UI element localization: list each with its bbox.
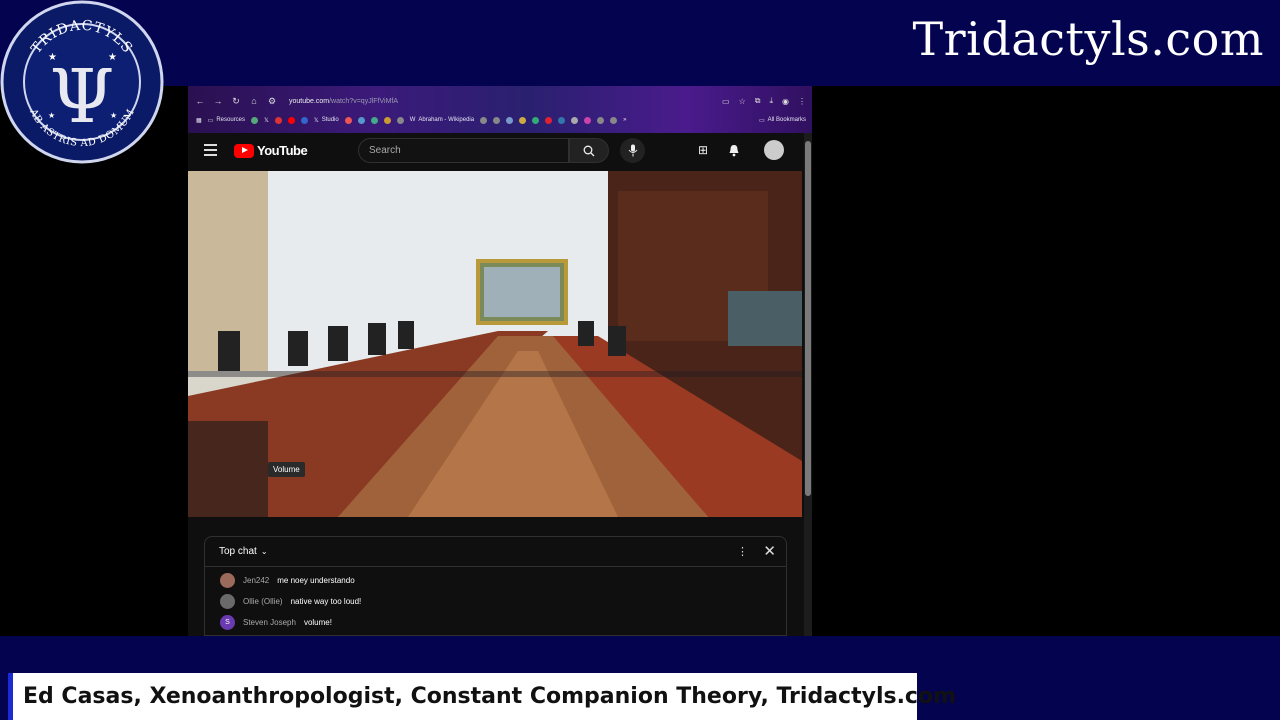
page-scrollbar[interactable] (804, 133, 812, 636)
chat-header: Top chat ⌄ ⋮ ✕ (205, 537, 786, 567)
avatar[interactable] (220, 573, 235, 588)
browser-toolbar: ← → ↻ ⌂ ⚙ youtube.com/watch?v=qyJlFfViMf… (188, 86, 812, 133)
scrollbar-thumb[interactable] (805, 141, 811, 496)
pinterest-icon[interactable] (545, 116, 553, 124)
chevron-down-icon[interactable]: ⌄ (261, 547, 268, 556)
apps-grid-icon[interactable]: ▦ (196, 117, 202, 124)
youtube-bookmark-icon[interactable] (287, 116, 295, 124)
youtube-header: YouTube Search ⊞ (188, 133, 804, 171)
bookmark-icon[interactable] (480, 116, 488, 124)
bookmark-icon[interactable] (251, 116, 259, 124)
psi-icon: Ψ (50, 54, 115, 140)
bookmark-icon[interactable] (300, 116, 308, 124)
profile-icon[interactable]: ◉ (782, 97, 789, 106)
bookmark-icon[interactable] (344, 116, 352, 124)
chat-text: volume! (303, 618, 332, 627)
bookmark-wikipedia[interactable]: W Abraham - Wikipedia (410, 117, 474, 123)
svg-text:★: ★ (108, 52, 117, 63)
live-chat-panel: Top chat ⌄ ⋮ ✕ Jen242 me noey understand… (204, 536, 787, 636)
more-bookmarks-icon[interactable]: » (623, 117, 626, 123)
youtube-logo[interactable]: YouTube (234, 143, 308, 158)
left-panel (0, 86, 188, 636)
search-icon (583, 145, 595, 156)
google-icon[interactable] (370, 116, 378, 124)
svg-text:★: ★ (48, 52, 57, 63)
address-bar[interactable]: youtube.com/watch?v=qyJlFfViMfA (289, 98, 398, 105)
more-options-icon[interactable]: ⋮ (737, 545, 748, 558)
top-chat-selector[interactable]: Top chat (219, 546, 257, 557)
bookmark-icon[interactable] (610, 116, 618, 124)
x-icon[interactable]: 𝕏 (264, 117, 269, 124)
account-avatar[interactable] (764, 140, 784, 160)
bookmark-icon[interactable] (396, 116, 404, 124)
folder-icon: ▭ (207, 117, 214, 124)
chat-text: native way too loud! (290, 597, 362, 606)
chat-message: Ollie (Ollie) native way too loud! (220, 594, 361, 609)
download-icon[interactable]: ⤓ (769, 96, 773, 106)
volume-tooltip: Volume (268, 462, 305, 477)
avatar[interactable] (220, 594, 235, 609)
brand-title: Tridactyls.com (912, 12, 1264, 66)
video-player[interactable]: Volume (188, 171, 802, 517)
reload-icon[interactable]: ↻ (231, 96, 241, 107)
chat-author[interactable]: Ollie (Ollie) (243, 597, 283, 606)
bookmark-icon[interactable] (357, 116, 365, 124)
search-button[interactable] (569, 138, 609, 163)
svg-text:★: ★ (110, 111, 117, 120)
address-row: ← → ↻ ⌂ ⚙ youtube.com/watch?v=qyJlFfViMf… (188, 92, 812, 110)
chat-message: S Steven Joseph volume! (220, 615, 332, 630)
all-bookmarks[interactable]: ▭ All Bookmarks (759, 112, 806, 128)
bookmark-icon[interactable] (383, 116, 391, 124)
svg-text:★: ★ (48, 111, 55, 120)
caption-text: Ed Casas, Xenoanthropologist, Constant C… (23, 684, 957, 709)
home-icon[interactable]: ⌂ (249, 96, 259, 106)
tridactyls-seal-logo: TRIDACTYLS AB ASTRIS AD DOMUM Ψ ★ ★ ★ ★ (0, 0, 164, 164)
site-info-icon[interactable]: ⚙ (267, 96, 277, 107)
bookmark-resources[interactable]: ▭ Resources (208, 117, 245, 124)
chat-author[interactable]: Steven Joseph (243, 618, 296, 627)
chat-author[interactable]: Jen242 (243, 576, 269, 585)
search-input[interactable]: Search (358, 138, 569, 163)
extensions-icon[interactable]: ⧉ (755, 96, 761, 106)
top-banner: Tridactyls.com (0, 0, 1280, 86)
back-icon[interactable]: ← (195, 96, 205, 106)
youtube-play-icon (234, 143, 254, 158)
browser-window: ← → ↻ ⌂ ⚙ youtube.com/watch?v=qyJlFfViMf… (188, 86, 812, 636)
cast-icon[interactable]: ▭ (722, 97, 730, 106)
bookmark-icon[interactable] (584, 116, 592, 124)
lower-third-caption: Ed Casas, Xenoanthropologist, Constant C… (8, 673, 956, 720)
folder-icon: ▭ (758, 117, 765, 124)
bookmark-star-icon[interactable]: ☆ (739, 97, 746, 106)
bookmark-icon[interactable] (274, 116, 282, 124)
chat-text: me noey understando (277, 576, 355, 585)
forward-icon[interactable]: → (213, 96, 223, 106)
microphone-icon (628, 144, 637, 157)
x-icon: 𝕏 (313, 117, 319, 124)
menu-kebab-icon[interactable]: ⋮ (798, 97, 806, 106)
hamburger-menu-icon[interactable] (204, 144, 217, 156)
avatar[interactable]: S (220, 615, 235, 630)
voice-search-button[interactable] (620, 138, 645, 163)
bookmark-studio[interactable]: 𝕏 Studio (314, 117, 339, 124)
close-icon[interactable]: ✕ (763, 542, 776, 560)
bookmark-icon[interactable] (558, 116, 566, 124)
notifications-bell-icon[interactable] (726, 142, 742, 158)
bookmark-icon[interactable] (597, 116, 605, 124)
stream-frame: Tridactyls.com TRIDACTYLS AB ASTRIS AD D… (0, 0, 1280, 720)
create-video-icon[interactable]: ⊞ (695, 142, 711, 158)
bookmarks-bar: ▦ ▭ Resources 𝕏 𝕏 Studio W Abraham - Wikipe… (188, 112, 812, 128)
bookmark-icon[interactable] (532, 116, 540, 124)
right-panel (812, 86, 1280, 636)
bookmark-icon[interactable] (493, 116, 501, 124)
chat-message: Jen242 me noey understando (220, 573, 355, 588)
bookmark-icon[interactable] (506, 116, 514, 124)
wikipedia-icon: W (409, 117, 416, 123)
bookmark-icon[interactable] (571, 116, 579, 124)
bookmark-icon[interactable] (519, 116, 527, 124)
